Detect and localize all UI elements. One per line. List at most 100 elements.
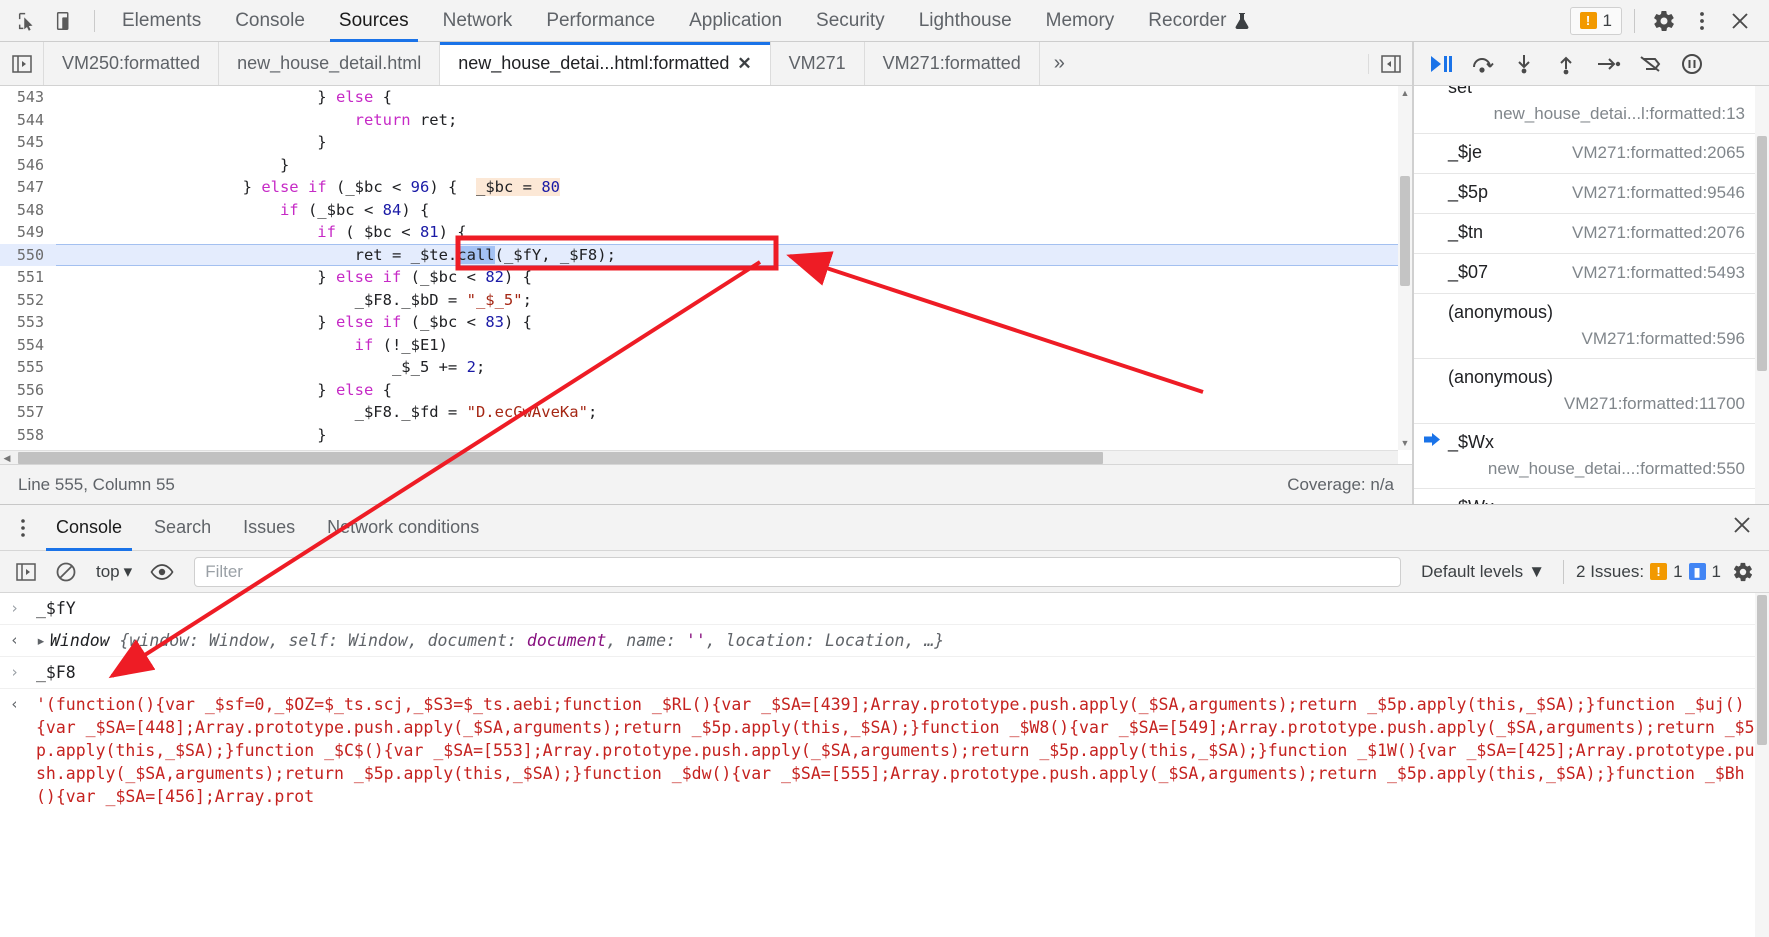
call-stack-item[interactable]: _$Wx new_house_detai...:formatted:358 [1414,489,1755,504]
object-preview-segment: , [606,631,627,650]
drawer-tabbar: Console Search Issues Network conditions [0,505,1769,551]
tab-recorder[interactable]: Recorder [1131,0,1267,42]
file-tab-vm271[interactable]: VM271 [771,42,865,85]
deactivate-breakpoints-icon[interactable] [1630,44,1670,84]
console-object-preview[interactable]: ▸ Window {window: Window, self: Window, d… [36,629,1761,652]
step-out-of-current-function-icon[interactable] [1546,44,1586,84]
inspect-icon[interactable] [8,2,46,40]
expand-disclosure-triangle-icon[interactable]: ▸ [36,629,50,652]
console-settings-gear-icon[interactable] [1725,554,1761,590]
code-line: 555 _$_5 += 2; [16,358,486,376]
tab-console-label: Console [235,9,305,31]
call-stack-item[interactable]: _$07 VM271:formatted:5493 [1414,254,1755,294]
tab-sources[interactable]: Sources [322,0,426,42]
console-vscroll-thumb[interactable] [1757,595,1767,745]
call-stack-item[interactable]: (anonymous) VM271:formatted:596 [1414,294,1755,359]
code-scroll-region: 543 } else {544 return ret; 545 } 546 } 547… [0,86,1398,450]
console-input-row[interactable]: › _$F8 [0,657,1769,689]
current-frame-arrow-icon [1424,432,1441,452]
info-icon: ▮ [1688,563,1706,580]
tab-lighthouse[interactable]: Lighthouse [902,0,1029,42]
tab-network[interactable]: Network [426,0,530,42]
tab-performance[interactable]: Performance [529,0,672,42]
code-line: 546 } [16,155,290,174]
tab-application[interactable]: Application [672,0,799,42]
file-tab-new-house-detail-formatted[interactable]: new_house_detai...html:formatted ✕ [440,42,771,85]
console-output-row[interactable]: ‹ '(function(){var _$sf=0,_$OZ=$_ts.scj,… [0,689,1769,812]
object-preview-segment: document [427,631,508,650]
scroll-down-arrow-icon[interactable]: ▼ [1398,438,1412,448]
call-stack-item[interactable]: _$tn VM271:formatted:2076 [1414,214,1755,254]
tab-security[interactable]: Security [799,0,902,42]
drawer-tab-console[interactable]: Console [40,505,138,551]
warning-icon: ! [1579,12,1597,29]
file-tab-new-house-detail-html[interactable]: new_house_detail.html [219,42,441,85]
pause-on-exceptions-icon[interactable] [1672,44,1712,84]
file-tabs-overflow-button[interactable]: » [1040,42,1079,85]
warning-icon: ! [1650,563,1668,580]
console-input-row[interactable]: › _$fY [0,593,1769,625]
call-stack-vertical-scrollbar[interactable] [1755,86,1769,504]
object-preview-segment: : [507,631,527,650]
drawer-tab-search[interactable]: Search [138,505,227,551]
show-debugger-icon[interactable] [1368,53,1412,74]
gear-icon[interactable] [1647,4,1681,38]
call-stack-item[interactable]: _$je VM271:formatted:2065 [1414,134,1755,174]
object-preview-segment: Window [208,631,269,650]
resume-script-execution-icon[interactable] [1420,44,1460,84]
call-stack-list[interactable]: set new_house_detai...l:formatted:13 _$j… [1414,86,1769,504]
editor-horizontal-scrollbar[interactable]: ◀ [0,450,1398,464]
console-vertical-scrollbar[interactable] [1755,593,1769,937]
console-output-row[interactable]: ‹ ▸ Window {window: Window, self: Window,… [0,625,1769,657]
scroll-left-arrow-icon[interactable]: ◀ [0,451,14,465]
call-stack-item[interactable]: _$5p VM271:formatted:9546 [1414,174,1755,214]
issues-badge[interactable]: ! 1 [1569,6,1622,35]
tab-elements[interactable]: Elements [105,0,218,42]
console-filter-input[interactable] [194,556,1402,587]
device-toolbar-icon[interactable] [46,2,84,40]
source-code-viewer[interactable]: 543 } else {544 return ret; 545 } 546 } 547… [0,86,1412,464]
file-tab-vm271-formatted[interactable]: VM271:formatted [865,42,1040,85]
code-line: 557 _$F8._$fd = "D.ecGwAveKa"; [16,403,598,421]
close-icon[interactable] [1723,4,1757,38]
object-preview-segment: Window [348,631,408,650]
object-preview-segment: name [626,631,667,650]
editor-hscroll-thumb[interactable] [18,452,1103,464]
file-tab-vm250[interactable]: VM250:formatted [44,42,220,85]
clear-console-icon[interactable] [48,554,84,590]
console-issues-summary[interactable]: 2 Issues: ! 1 ▮ 1 [1576,562,1721,582]
drawer-tab-issues[interactable]: Issues [227,505,311,551]
tab-network-label: Network [442,9,513,31]
tab-security-label: Security [816,9,885,31]
step-into-next-function-call-icon[interactable] [1504,44,1544,84]
console-result-arrow-icon: ‹ [10,631,20,649]
editor-vertical-scrollbar[interactable]: ▲ ▼ [1398,86,1412,450]
code-line: 551 } else if (_$bc < 82) { [16,268,532,286]
tab-memory[interactable]: Memory [1029,0,1132,42]
close-icon[interactable]: ✕ [737,54,751,74]
kebab-menu-icon[interactable] [1685,4,1719,38]
code-line-current[interactable]: 550 ret = _$te.call(_$fY, _$F8); [0,243,1398,266]
step-icon[interactable] [1588,44,1628,84]
file-tabbar-right [1368,42,1412,85]
console-message-list[interactable]: › _$fY ‹ ▸ Window {window: Window, self: … [0,593,1769,937]
step-over-next-function-call-icon[interactable] [1462,44,1502,84]
call-stack-vscroll-thumb[interactable] [1757,136,1767,371]
object-preview-segments: {window: Window, self: Window, document:… [110,631,945,650]
console-log-levels-dropdown[interactable]: Default levels ▼ [1415,562,1551,582]
scroll-up-arrow-icon[interactable]: ▲ [1398,88,1412,98]
console-sidebar-icon[interactable] [8,554,44,590]
drawer-more-options-icon[interactable] [6,517,40,539]
file-tab-label: new_house_detail.html [237,53,422,73]
editor-vscroll-thumb[interactable] [1400,176,1410,286]
tab-console[interactable]: Console [218,0,322,42]
show-navigator-icon[interactable] [0,42,44,85]
call-stack-item-active[interactable]: _$Wx new_house_detai...:formatted:550 [1414,424,1755,489]
call-stack-item[interactable]: set new_house_detai...l:formatted:13 [1414,86,1755,134]
drawer-close-icon[interactable] [1731,514,1769,541]
drawer-tab-network-conditions[interactable]: Network conditions [311,505,495,551]
call-stack-frame-name: set [1448,86,1473,97]
execution-context-selector[interactable]: top ▾ [88,562,140,582]
call-stack-item[interactable]: (anonymous) VM271:formatted:11700 [1414,359,1755,424]
live-expression-eye-icon[interactable] [144,554,180,590]
